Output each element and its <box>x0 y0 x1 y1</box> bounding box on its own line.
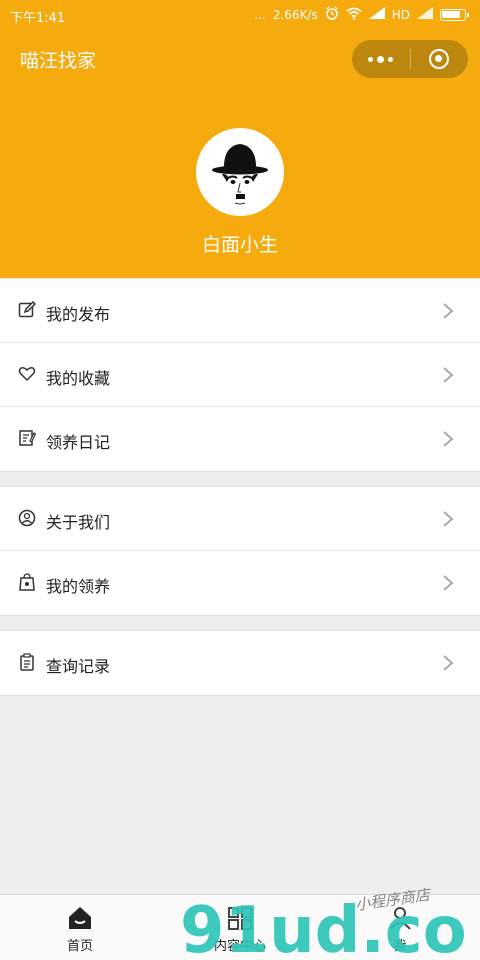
tab-home[interactable]: 首页 <box>0 895 160 960</box>
chevron-right-icon <box>442 510 454 528</box>
close-miniprogram-button[interactable] <box>410 40 468 78</box>
menu-item-label: 查询记录 <box>46 657 111 676</box>
menu-group-records: 查询记录 <box>0 630 480 696</box>
chevron-right-icon <box>442 302 454 320</box>
menu-item-adoption-diary[interactable]: 领养日记 <box>0 407 480 471</box>
chevron-right-icon <box>442 574 454 592</box>
tab-label: 首页 <box>66 939 93 954</box>
menu-group-about: 关于我们 我的领养 <box>0 486 480 616</box>
chevron-right-icon <box>442 366 454 384</box>
status-dots: ... <box>254 8 266 22</box>
profile-header: 下午1:41 ... 2.66K/s HD 喵汪找家 白面小生 <box>0 0 480 278</box>
more-dots-icon <box>368 55 394 63</box>
heart-icon <box>18 365 36 383</box>
menu-item-label: 我的发布 <box>46 305 111 324</box>
status-time: 下午1:41 <box>10 11 66 26</box>
wifi-icon <box>346 7 362 24</box>
miniprogram-capsule <box>352 40 468 78</box>
tab-bar: 首页 内容中心 我 <box>0 894 480 960</box>
more-button[interactable] <box>352 40 410 78</box>
username: 白面小生 <box>201 234 278 256</box>
network-speed: 2.66K/s <box>272 8 318 22</box>
tab-content-center[interactable]: 内容中心 <box>160 895 320 960</box>
tab-label: 内容中心 <box>213 939 266 954</box>
status-icons: ... 2.66K/s HD <box>254 6 469 24</box>
menu-item-label: 领养日记 <box>46 433 111 452</box>
user-icon <box>386 905 414 931</box>
signal-icon-2 <box>417 7 433 23</box>
grid-icon <box>226 905 254 931</box>
user-circle-icon <box>18 509 36 527</box>
menu-item-label: 关于我们 <box>46 513 111 532</box>
signal-icon <box>368 7 385 23</box>
adopt-bag-icon <box>18 573 36 591</box>
diary-icon <box>18 429 37 447</box>
clipboard-icon <box>18 653 36 671</box>
menu-group-main: 我的发布 我的收藏 领养日记 <box>0 278 480 472</box>
menu-item-about-us[interactable]: 关于我们 <box>0 487 480 551</box>
home-icon <box>66 905 94 931</box>
network-type: HD <box>391 8 410 22</box>
edit-icon <box>18 300 37 319</box>
chevron-right-icon <box>442 654 454 672</box>
tab-label: 我 <box>393 939 407 954</box>
menu-item-label: 我的领养 <box>46 577 111 596</box>
battery-icon <box>440 9 469 21</box>
menu-item-my-favorites[interactable]: 我的收藏 <box>0 343 480 407</box>
menu-item-my-posts[interactable]: 我的发布 <box>0 279 480 343</box>
status-bar: 下午1:41 ... 2.66K/s HD <box>0 0 480 30</box>
target-icon <box>429 49 450 69</box>
chevron-right-icon <box>442 430 454 448</box>
avatar[interactable] <box>196 128 284 216</box>
menu-item-label: 我的收藏 <box>46 369 111 388</box>
menu-item-query-records[interactable]: 查询记录 <box>0 631 480 695</box>
page-title: 喵汪找家 <box>20 50 97 72</box>
alarm-icon <box>325 6 339 24</box>
menu-item-my-adoptions[interactable]: 我的领养 <box>0 551 480 615</box>
tab-me[interactable]: 我 <box>320 895 480 960</box>
avatar-image <box>212 144 268 205</box>
